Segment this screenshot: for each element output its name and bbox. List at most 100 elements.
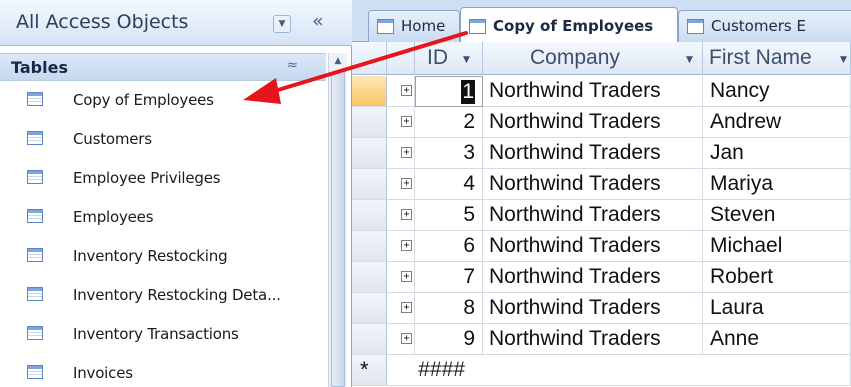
first-name-cell[interactable]: Laura (703, 293, 851, 324)
nav-pane-collapse-icon[interactable]: « (312, 10, 324, 32)
nav-pane-menu-dropdown-icon[interactable]: ▼ (273, 15, 291, 33)
column-filter-arrow-icon[interactable]: ▼ (840, 55, 847, 65)
expand-plus-icon[interactable]: + (401, 240, 412, 251)
expand-plus-icon[interactable]: + (401, 333, 412, 344)
scrollbar-thumb[interactable] (331, 71, 345, 387)
id-cell[interactable]: 3 (415, 138, 483, 169)
expand-plus-icon[interactable]: + (401, 178, 412, 189)
scroll-up-arrow-icon[interactable]: ▲ (329, 53, 347, 69)
table-row[interactable]: + 2 Northwind Traders Andrew (352, 107, 851, 138)
expand-plus-icon[interactable]: + (401, 302, 412, 313)
id-cell[interactable]: 5 (415, 200, 483, 231)
table-row[interactable]: + 8 Northwind Traders Laura (352, 293, 851, 324)
nav-item-label: Inventory Restocking Deta... (73, 286, 281, 304)
record-selector[interactable] (352, 138, 387, 169)
id-cell[interactable]: 1 (415, 76, 483, 107)
record-selector[interactable] (352, 324, 387, 355)
cell-value: 4 (463, 172, 475, 195)
expand-cell[interactable]: + (387, 169, 415, 200)
select-all-corner[interactable] (352, 42, 387, 75)
expand-plus-icon[interactable]: + (401, 271, 412, 282)
nav-item-customers[interactable]: Customers (0, 120, 326, 159)
record-selector[interactable] (352, 76, 387, 107)
column-filter-arrow-icon[interactable]: ▼ (463, 55, 470, 65)
id-cell[interactable]: 9 (415, 324, 483, 355)
record-selector[interactable] (352, 169, 387, 200)
nav-item-inventory-transactions[interactable]: Inventory Transactions (0, 315, 326, 354)
first-name-cell[interactable]: Nancy (703, 76, 851, 107)
nav-pane-scrollbar[interactable]: ▲ (328, 53, 347, 387)
company-cell[interactable]: Northwind Traders (483, 200, 703, 231)
id-cell[interactable]: 2 (415, 107, 483, 138)
tab-home[interactable]: Home (368, 10, 460, 42)
nav-item-label: Customers (73, 130, 152, 148)
cell-value: Robert (710, 265, 774, 288)
id-cell[interactable]: 8 (415, 293, 483, 324)
column-header-company[interactable]: Company ▼ (483, 42, 703, 75)
nav-item-inventory-restocking-details[interactable]: Inventory Restocking Deta... (0, 276, 326, 315)
company-cell[interactable]: Northwind Traders (483, 107, 703, 138)
cell-value: Mariya (710, 172, 774, 195)
table-row[interactable]: + 4 Northwind Traders Mariya (352, 169, 851, 200)
expand-cell[interactable]: + (387, 262, 415, 293)
table-row[interactable]: + 9 Northwind Traders Anne (352, 324, 851, 355)
record-selector[interactable] (352, 293, 387, 324)
expand-cell[interactable]: + (387, 324, 415, 355)
nav-item-inventory-restocking[interactable]: Inventory Restocking (0, 237, 326, 276)
cell-value: Northwind Traders (489, 327, 661, 350)
column-header-first-name[interactable]: First Name ▼ (703, 42, 851, 75)
expand-plus-icon[interactable]: + (401, 85, 412, 96)
new-record-row[interactable]: * #### (352, 355, 851, 386)
record-selector[interactable] (352, 107, 387, 138)
company-cell[interactable]: Northwind Traders (483, 231, 703, 262)
expand-cell[interactable]: + (387, 76, 415, 107)
expand-plus-icon[interactable]: + (401, 209, 412, 220)
first-name-cell[interactable]: Anne (703, 324, 851, 355)
first-name-cell[interactable]: Steven (703, 200, 851, 231)
tab-customers[interactable]: Customers E (678, 10, 851, 42)
company-cell[interactable]: Northwind Traders (483, 169, 703, 200)
first-name-cell[interactable]: Jan (703, 138, 851, 169)
expand-cell[interactable]: + (387, 231, 415, 262)
nav-item-employee-privileges[interactable]: Employee Privileges (0, 159, 326, 198)
new-record-cell[interactable]: #### (387, 355, 851, 386)
first-name-cell[interactable]: Michael (703, 231, 851, 262)
first-name-cell[interactable]: Mariya (703, 169, 851, 200)
expand-cell[interactable]: + (387, 107, 415, 138)
company-cell[interactable]: Northwind Traders (483, 262, 703, 293)
company-cell[interactable]: Northwind Traders (483, 76, 703, 107)
table-row[interactable]: + 7 Northwind Traders Robert (352, 262, 851, 293)
expand-cell[interactable]: + (387, 293, 415, 324)
new-record-selector[interactable]: * (352, 355, 387, 386)
company-cell[interactable]: Northwind Traders (483, 138, 703, 169)
tab-copy-of-employees[interactable]: Copy of Employees (460, 7, 678, 43)
nav-item-copy-of-employees[interactable]: Copy of Employees (0, 81, 326, 120)
id-cell[interactable]: 4 (415, 169, 483, 200)
column-filter-arrow-icon[interactable]: ▼ (686, 55, 693, 65)
expand-plus-icon[interactable]: + (401, 147, 412, 158)
column-header-id[interactable]: ID ▼ (415, 42, 483, 75)
expand-cell[interactable]: + (387, 138, 415, 169)
company-cell[interactable]: Northwind Traders (483, 324, 703, 355)
expand-cell[interactable]: + (387, 200, 415, 231)
id-cell[interactable]: 7 (415, 262, 483, 293)
expand-plus-icon[interactable]: + (401, 116, 412, 127)
nav-item-employees[interactable]: Employees (0, 198, 326, 237)
company-cell[interactable]: Northwind Traders (483, 293, 703, 324)
nav-pane-header[interactable]: All Access Objects ▼ « (0, 0, 352, 46)
record-selector[interactable] (352, 262, 387, 293)
form-icon (377, 19, 394, 34)
id-cell[interactable]: 6 (415, 231, 483, 262)
table-row[interactable]: + 5 Northwind Traders Steven (352, 200, 851, 231)
table-row[interactable]: + 6 Northwind Traders Michael (352, 231, 851, 262)
tables-group-header[interactable]: Tables ≈ (0, 53, 326, 81)
record-selector[interactable] (352, 231, 387, 262)
first-name-cell[interactable]: Robert (703, 262, 851, 293)
group-collapse-chevron-icon[interactable]: ≈ (287, 58, 298, 73)
first-name-cell[interactable]: Andrew (703, 107, 851, 138)
table-row[interactable]: + 3 Northwind Traders Jan (352, 138, 851, 169)
table-row[interactable]: + 1 Northwind Traders Nancy (352, 76, 851, 107)
record-selector[interactable] (352, 200, 387, 231)
nav-item-invoices[interactable]: Invoices (0, 354, 326, 387)
table-icon (27, 326, 43, 340)
